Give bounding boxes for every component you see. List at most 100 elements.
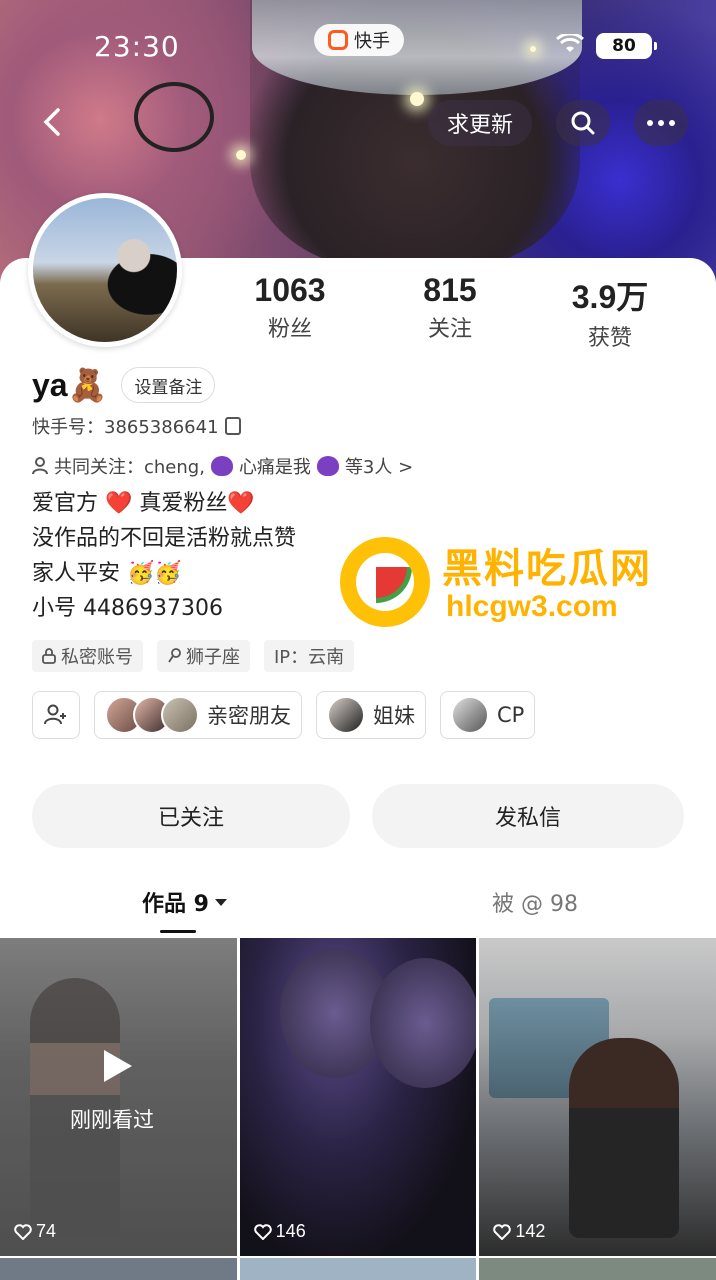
work-thumbnail-partial[interactable] <box>0 1258 237 1280</box>
stat-value: 3.9万 <box>571 279 649 315</box>
just-watched-label: 刚刚看过 <box>70 1108 154 1132</box>
cover-light <box>530 46 536 52</box>
works-grid-next-row <box>0 1258 716 1280</box>
tag-ip: IP：云南 <box>264 640 355 672</box>
common-follow-prefix: 共同关注：cheng, <box>54 457 205 478</box>
status-time: 23:30 <box>94 30 180 63</box>
group-label: CP <box>497 703 525 727</box>
avatar[interactable] <box>28 193 182 347</box>
wifi-icon <box>556 34 584 52</box>
battery-indicator: 80 <box>596 33 657 59</box>
tag-private: 私密账号 <box>32 640 143 672</box>
tag-label: 狮子座 <box>186 647 240 668</box>
stat-value: 815 <box>423 272 477 308</box>
add-friend-button[interactable] <box>32 691 80 739</box>
watermark-logo <box>340 537 430 627</box>
play-icon <box>104 1050 132 1082</box>
work-thumbnail[interactable]: 142 <box>479 938 716 1256</box>
tab-label: 作品 9 <box>142 892 209 917</box>
kwai-id: 快手号：3865386641 <box>32 413 241 439</box>
profile-tags: 私密账号 狮子座 IP：云南 <box>32 640 355 672</box>
stats-row: 1063 粉丝 815 关注 3.9万 获赞 <box>215 272 685 352</box>
cover-light <box>236 150 246 160</box>
copy-icon[interactable] <box>224 417 241 435</box>
stat-label: 粉丝 <box>267 317 312 342</box>
heart-icon <box>253 1223 272 1240</box>
group-sisters[interactable]: 姐妹 <box>316 691 426 739</box>
watermark-title: 黑料吃瓜网 <box>442 546 652 592</box>
seen-overlay <box>0 938 237 1256</box>
work-thumbnail-partial[interactable] <box>239 1258 477 1280</box>
heart-icon <box>14 1223 32 1240</box>
stat-label: 关注 <box>427 317 472 342</box>
request-update-button[interactable]: 求更新 <box>428 100 532 146</box>
bio: 爱官方 ❤️ 真爱粉丝❤️ 没作品的不回是活粉就点赞 家人平安 🥳🥳 小号 44… <box>32 486 296 626</box>
common-follow-name: 心痛是我 <box>238 457 311 478</box>
like-count-value: 142 <box>515 1221 546 1241</box>
kuaishou-icon <box>328 30 348 50</box>
bio-line: 家人平安 🥳🥳 <box>32 561 182 586</box>
person-icon <box>32 457 48 475</box>
kwai-id-text: 快手号：3865386641 <box>32 417 219 438</box>
group-cp[interactable]: CP <box>440 691 536 739</box>
stat-following[interactable]: 815 关注 <box>375 272 525 352</box>
work-thumbnail-partial[interactable] <box>479 1258 716 1280</box>
stat-fans[interactable]: 1063 粉丝 <box>215 272 365 352</box>
like-count-value: 146 <box>275 1221 306 1241</box>
chevron-left-icon <box>43 108 60 136</box>
lock-icon <box>42 648 56 664</box>
watermelon-icon <box>376 567 412 603</box>
group-label: 亲密朋友 <box>207 704 291 728</box>
like-count-value: 74 <box>36 1221 57 1241</box>
thumbnail-face <box>369 958 477 1088</box>
common-follow-suffix: 等3人 > <box>344 457 414 478</box>
bio-line: 爱官方 ❤️ 真爱粉丝❤️ <box>32 491 255 516</box>
profile-name: ya🧸 <box>32 367 108 403</box>
avatar <box>451 696 489 734</box>
more-button[interactable] <box>634 100 688 146</box>
avatar <box>327 696 365 734</box>
like-count: 74 <box>14 1221 56 1242</box>
app-badge: 快手 <box>314 24 404 56</box>
tab-mentioned[interactable]: 被 @ 98 <box>492 886 578 918</box>
tab-indicator <box>160 930 196 933</box>
stat-value: 1063 <box>254 272 326 308</box>
set-remark-button[interactable]: 设置备注 <box>121 367 216 403</box>
watermark-logo-inner <box>356 553 414 611</box>
name-row: ya🧸 设置备注 <box>32 366 216 404</box>
stat-likes[interactable]: 3.9万 获赞 <box>535 272 685 352</box>
avatar <box>161 696 199 734</box>
common-follow[interactable]: 共同关注：cheng, 心痛是我 等3人 > <box>32 453 413 479</box>
cover-light <box>410 92 424 106</box>
tag-zodiac: 狮子座 <box>157 640 250 672</box>
bio-line: 没作品的不回是活粉就点赞 <box>32 526 297 551</box>
more-dots-icon <box>647 120 675 126</box>
devil-emoji-icon <box>210 456 233 476</box>
search-button[interactable] <box>556 100 610 146</box>
search-icon <box>571 111 595 135</box>
back-button[interactable] <box>30 100 74 144</box>
group-label: 姐妹 <box>373 704 415 728</box>
devil-emoji-icon <box>316 456 339 476</box>
caret-down-icon <box>214 898 227 906</box>
avatar-stack <box>105 696 199 734</box>
battery-level: 80 <box>612 36 636 56</box>
cover-doodle <box>134 82 214 152</box>
tab-works[interactable]: 作品 9 <box>142 886 227 918</box>
followed-button[interactable]: 已关注 <box>32 784 350 848</box>
heart-icon <box>493 1223 512 1240</box>
send-message-button[interactable]: 发私信 <box>372 784 684 848</box>
bio-line: 小号 4486937306 <box>32 596 223 621</box>
stat-label: 获赞 <box>587 326 632 351</box>
watermark-url: hlcgw3.com <box>446 590 618 623</box>
friend-groups: 亲密朋友 姐妹 CP <box>32 691 536 739</box>
tag-label: 私密账号 <box>61 647 133 668</box>
zodiac-icon <box>168 648 181 663</box>
add-person-icon <box>44 704 66 725</box>
work-thumbnail[interactable]: 146 <box>239 938 477 1256</box>
works-grid: 刚刚看过 74 146 142 <box>0 938 716 1256</box>
group-close-friends[interactable]: 亲密朋友 <box>94 691 302 739</box>
work-thumbnail[interactable]: 刚刚看过 74 <box>0 938 237 1256</box>
thumbnail-person <box>569 1038 680 1238</box>
like-count: 142 <box>493 1221 545 1242</box>
